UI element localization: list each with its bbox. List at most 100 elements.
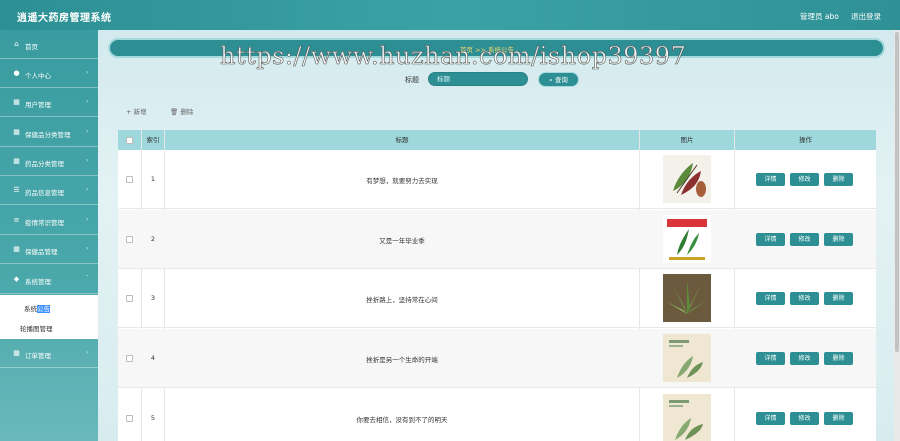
grid-icon: ▦ (13, 245, 20, 253)
submenu-item-carousel[interactable]: 轮播图管理 (0, 318, 98, 336)
bulk-delete-button[interactable]: 🗑 删除 (170, 106, 193, 116)
detail-button[interactable]: 详情 (756, 173, 785, 186)
row-title: 你要去相信，没有到不了的明天 (356, 416, 448, 424)
edit-button[interactable]: 修改 (790, 352, 819, 365)
row-title: 挫折路上，坚持常在心间 (366, 296, 438, 304)
row-index: 1 (150, 175, 156, 183)
row-image[interactable] (663, 334, 711, 382)
detail-button[interactable]: 详情 (756, 292, 785, 305)
row-checkbox[interactable] (126, 236, 133, 243)
edit-button[interactable]: 修改 (790, 173, 819, 186)
table-row: 1 有梦想，就要努力去实现 详情 修改 删除 (118, 150, 876, 209)
vertical-scrollbar[interactable] (894, 30, 900, 441)
search-label: 标题 (405, 76, 419, 84)
sidebar-item-label: 疫情常识管理 (25, 219, 64, 227)
row-checkbox[interactable] (126, 415, 133, 422)
logout-link[interactable]: 退出登录 (851, 11, 881, 22)
announcements-table: 索引 标题 图片 操作 1 有梦想，就要努力去实现 详情 修改 删除 2 又是一… (118, 130, 876, 441)
delete-button[interactable]: 删除 (824, 233, 853, 246)
column-header-ops: 操作 (799, 136, 812, 144)
sidebar-item-health-category[interactable]: ▦ 保健品分类管理 › (0, 118, 98, 147)
row-title: 又是一年毕业季 (379, 237, 425, 245)
sliders-icon: ☰ (13, 186, 20, 194)
detail-button[interactable]: 详情 (756, 352, 785, 365)
search-button[interactable]: ⌕ 查询 (538, 72, 579, 87)
sidebar-item-label: 用户管理 (25, 101, 51, 109)
delete-button[interactable]: 删除 (824, 292, 853, 305)
delete-button[interactable]: 删除 (824, 173, 853, 186)
search-input[interactable]: 标题 (428, 72, 528, 86)
row-index: 2 (150, 235, 156, 243)
sidebar-item-label: 保健品管理 (25, 248, 58, 256)
chevron-right-icon: › (86, 98, 89, 105)
column-header-title: 标题 (395, 136, 409, 144)
trash-icon: 🗑 (170, 108, 179, 116)
chevron-right-icon: › (86, 186, 89, 193)
table-row: 4 挫折是另一个生命的开端 详情 修改 删除 (118, 329, 876, 388)
detail-button[interactable]: 详情 (756, 233, 785, 246)
table-header: 索引 标题 图片 操作 (118, 130, 876, 150)
sidebar-item-label: 保健品分类管理 (25, 131, 71, 139)
row-image[interactable] (663, 394, 711, 441)
sidebar-item-health-products[interactable]: ▦ 保健品管理 › (0, 235, 98, 264)
bulk-delete-label: 删除 (180, 108, 194, 116)
sidebar-item-home[interactable]: ⌂ 首页 (0, 30, 98, 59)
sidebar-item-label: 订单管理 (25, 352, 51, 360)
sidebar-item-drug-category[interactable]: ▦ 药品分类管理 › (0, 147, 98, 176)
delete-button[interactable]: 删除 (824, 352, 853, 365)
list-icon: ≡ (13, 216, 20, 224)
sidebar-item-system[interactable]: ◆ 系统管理 ˆ (0, 265, 98, 294)
submenu-item-label: 轮播图管理 (20, 325, 53, 333)
column-header-index: 索引 (146, 136, 160, 144)
scrollbar-thumb[interactable] (895, 32, 899, 352)
user-icon: ● (13, 69, 20, 77)
edit-button[interactable]: 修改 (790, 412, 819, 425)
main-content: 首页 >> 系统公告 标题 标题 ⌕ 查询 + 新增 🗑 删除 索引 标题 图片… (98, 30, 894, 441)
grid-icon: ▦ (13, 157, 20, 165)
select-all-checkbox[interactable] (126, 137, 133, 144)
home-icon: ⌂ (14, 40, 19, 48)
system-submenu: 系统公告 轮播图管理 (0, 295, 98, 339)
shield-icon: ◆ (13, 275, 20, 283)
sidebar-item-orders[interactable]: ▦ 订单管理 › (0, 339, 98, 368)
row-index: 3 (150, 294, 156, 302)
row-checkbox[interactable] (126, 295, 133, 302)
detail-button[interactable]: 详情 (756, 412, 785, 425)
app-title: 逍遥大药房管理系统 (17, 13, 112, 24)
row-image[interactable] (663, 155, 711, 203)
chevron-right-icon: › (86, 245, 89, 252)
chevron-right-icon: › (86, 216, 89, 223)
delete-button[interactable]: 删除 (824, 412, 853, 425)
row-image[interactable] (663, 274, 711, 322)
chevron-up-icon: ˆ (86, 275, 89, 282)
add-button[interactable]: + 新增 (126, 106, 147, 116)
grid-icon: ▦ (13, 349, 20, 357)
sidebar-item-personal-center[interactable]: ● 个人中心 › (0, 59, 98, 88)
plus-icon: + (126, 108, 132, 116)
row-checkbox[interactable] (126, 355, 133, 362)
add-button-label: 新增 (133, 108, 147, 116)
row-checkbox[interactable] (126, 176, 133, 183)
edit-button[interactable]: 修改 (790, 233, 819, 246)
sidebar-item-label: 系统管理 (25, 278, 51, 286)
row-index: 5 (150, 414, 156, 422)
row-index: 4 (150, 354, 156, 362)
sidebar-item-users[interactable]: ▦ 用户管理 › (0, 88, 98, 117)
chevron-right-icon: › (86, 157, 89, 164)
row-image[interactable] (663, 215, 711, 263)
grid-icon: ▦ (13, 98, 20, 106)
search-button-label: 查询 (554, 76, 568, 84)
sidebar-item-drug-info[interactable]: ☰ 药品信息管理 › (0, 176, 98, 205)
grid-icon: ▦ (13, 128, 20, 136)
chevron-right-icon: › (86, 69, 89, 76)
sidebar-item-label: 药品信息管理 (25, 189, 64, 197)
watermark-text: https://www.huzhan.com/ishop39397 (220, 42, 687, 71)
current-user-label: 管理员 abo (800, 12, 839, 21)
sidebar-item-label: 首页 (25, 43, 38, 51)
sidebar-item-epidemic-knowledge[interactable]: ≡ 疫情常识管理 › (0, 206, 98, 235)
submenu-item-announcements[interactable]: 系统公告 (0, 298, 98, 316)
row-title: 有梦想，就要努力去实现 (366, 177, 438, 185)
edit-button[interactable]: 修改 (790, 292, 819, 305)
table-row: 2 又是一年毕业季 详情 修改 删除 (118, 210, 876, 269)
sidebar: ⌂ 首页 ● 个人中心 › ▦ 用户管理 › ▦ 保健品分类管理 › ▦ 药品分… (0, 30, 98, 441)
